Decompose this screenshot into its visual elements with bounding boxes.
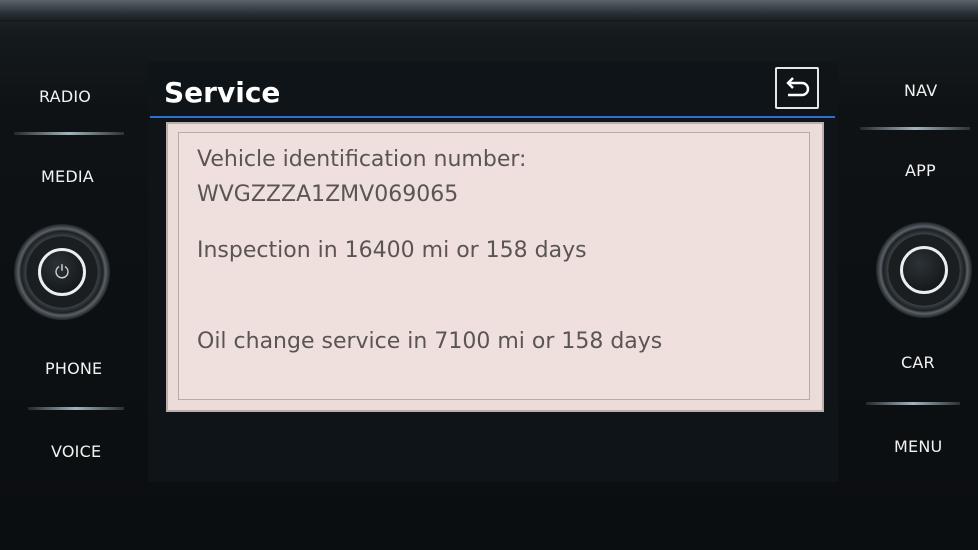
service-info-panel: Vehicle identification number: WVGZZZA1Z…	[166, 122, 824, 412]
app-button[interactable]: APP	[862, 134, 972, 204]
service-info-inner: Vehicle identification number: WVGZZZA1Z…	[178, 132, 810, 400]
power-volume-knob[interactable]: ⏻	[14, 224, 110, 320]
vin-label: Vehicle identification number:	[197, 147, 527, 172]
tuner-knob-cap	[900, 246, 948, 294]
inspection-status: Inspection in 16400 mi or 158 days	[197, 238, 587, 263]
phone-button-label: PHONE	[45, 359, 103, 378]
phone-button[interactable]: PHONE	[8, 332, 118, 402]
back-arrow-icon	[786, 77, 810, 97]
car-button-label: CAR	[901, 353, 935, 372]
radio-button-label: RADIO	[39, 87, 92, 106]
title-underline	[150, 116, 835, 118]
voice-button[interactable]: VOICE	[8, 416, 118, 486]
voice-button-label: VOICE	[51, 442, 102, 461]
vin-value: WVGZZZA1ZMV069065	[197, 182, 459, 207]
menu-button[interactable]: MENU	[862, 410, 972, 480]
tuner-knob[interactable]	[876, 222, 972, 318]
media-button[interactable]: MEDIA	[8, 140, 118, 210]
nav-button[interactable]: NAV	[862, 54, 972, 124]
page-title: Service	[164, 76, 281, 109]
app-button-label: APP	[905, 161, 936, 180]
power-icon: ⏻	[54, 261, 70, 282]
left-divider-top	[14, 132, 124, 135]
radio-button[interactable]: RADIO	[8, 60, 118, 130]
back-button[interactable]	[775, 67, 819, 109]
power-knob-cap: ⏻	[38, 248, 86, 296]
right-divider-top	[860, 127, 970, 130]
right-divider-bottom	[866, 402, 960, 405]
menu-button-label: MENU	[894, 437, 943, 456]
left-divider-bottom	[28, 407, 124, 410]
car-button[interactable]: CAR	[862, 326, 972, 396]
nav-button-label: NAV	[904, 81, 938, 100]
media-button-label: MEDIA	[41, 167, 94, 186]
bezel-top-edge	[0, 0, 978, 22]
oil-change-status: Oil change service in 7100 mi or 158 day…	[197, 329, 663, 354]
